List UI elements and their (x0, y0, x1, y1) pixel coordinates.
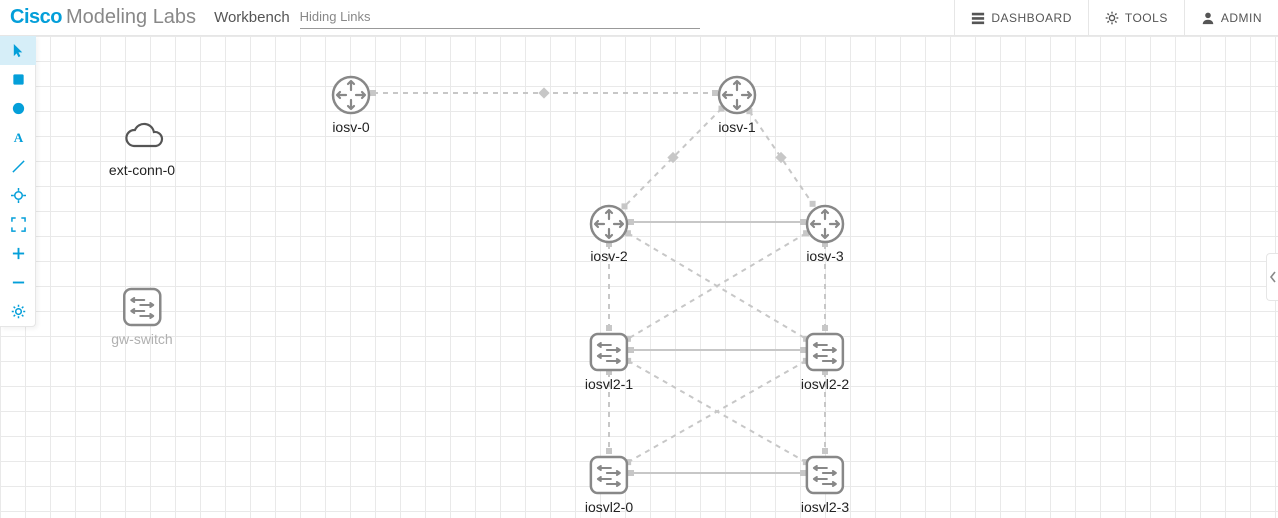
minus-icon (11, 275, 26, 290)
tool-palette: A (0, 36, 36, 327)
text-icon: A (11, 130, 26, 145)
node-label: gw-switch (111, 331, 172, 347)
tool-fit-view[interactable] (0, 181, 36, 210)
tool-select[interactable] (0, 36, 36, 65)
tool-settings[interactable] (0, 297, 36, 326)
node-gw-switch[interactable]: gw-switch (111, 287, 172, 347)
chevron-left-icon (1269, 271, 1277, 283)
switch-icon (589, 332, 629, 372)
square-icon (11, 72, 26, 87)
router-icon (331, 75, 371, 115)
admin-button[interactable]: ADMIN (1184, 0, 1278, 35)
switch-icon (589, 455, 629, 495)
switch-icon (122, 287, 162, 327)
node-label: iosv-0 (331, 119, 371, 135)
tool-zoom-out[interactable] (0, 268, 36, 297)
admin-label: ADMIN (1221, 11, 1262, 25)
node-ext-conn-0[interactable]: ext-conn-0 (109, 118, 175, 178)
circle-icon (11, 101, 26, 116)
tool-line[interactable] (0, 152, 36, 181)
node-iosv-0[interactable]: iosv-0 (331, 75, 371, 135)
tools-button[interactable]: TOOLS (1088, 0, 1184, 35)
router-icon (717, 75, 757, 115)
node-label: iosvl2-3 (801, 499, 849, 515)
side-panel-toggle[interactable] (1266, 253, 1278, 301)
gear-icon (1105, 11, 1119, 25)
router-icon (805, 204, 845, 244)
cloud-icon (122, 118, 162, 158)
node-iosv-1[interactable]: iosv-1 (717, 75, 757, 135)
line-icon (11, 159, 26, 174)
plus-icon (11, 246, 26, 261)
dashboard-icon (971, 11, 985, 25)
node-iosvl2-1[interactable]: iosvl2-1 (585, 332, 633, 392)
topology-canvas[interactable]: ext-conn-0 gw-switch iosv-0 iosv-1 iosv-2 ios… (0, 36, 1278, 518)
node-iosvl2-3[interactable]: iosvl2-3 (801, 455, 849, 515)
header: Cisco Modeling Labs Workbench DASHBOARD … (0, 0, 1278, 36)
node-iosvl2-0[interactable]: iosvl2-0 (585, 455, 633, 515)
brand-cisco: Cisco (10, 6, 62, 29)
router-icon (589, 204, 629, 244)
cursor-icon (11, 43, 26, 58)
tool-zoom-in[interactable] (0, 239, 36, 268)
node-label: iosvl2-2 (801, 376, 849, 392)
node-label: ext-conn-0 (109, 162, 175, 178)
node-label: iosv-2 (589, 248, 629, 264)
node-iosv-2[interactable]: iosv-2 (589, 204, 629, 264)
tool-text[interactable]: A (0, 123, 36, 152)
brand-product: Modeling Labs (66, 6, 196, 29)
node-label: iosv-3 (805, 248, 845, 264)
user-icon (1201, 11, 1215, 25)
node-iosvl2-2[interactable]: iosvl2-2 (801, 332, 849, 392)
tools-label: TOOLS (1125, 11, 1168, 25)
tool-fullscreen[interactable] (0, 210, 36, 239)
dashboard-label: DASHBOARD (991, 11, 1072, 25)
node-label: iosvl2-0 (585, 499, 633, 515)
node-iosv-3[interactable]: iosv-3 (805, 204, 845, 264)
switch-icon (805, 332, 845, 372)
expand-icon (11, 217, 26, 232)
node-label: iosvl2-1 (585, 376, 633, 392)
node-layer: ext-conn-0 gw-switch iosv-0 iosv-1 iosv-2 ios… (0, 36, 1278, 518)
gear-icon (11, 304, 26, 319)
dashboard-button[interactable]: DASHBOARD (954, 0, 1088, 35)
lab-title-input[interactable] (300, 7, 700, 29)
node-label: iosv-1 (717, 119, 757, 135)
target-icon (11, 188, 26, 203)
tool-rectangle[interactable] (0, 65, 36, 94)
tool-ellipse[interactable] (0, 94, 36, 123)
workbench-label: Workbench (214, 9, 290, 26)
svg-text:A: A (13, 130, 23, 145)
switch-icon (805, 455, 845, 495)
